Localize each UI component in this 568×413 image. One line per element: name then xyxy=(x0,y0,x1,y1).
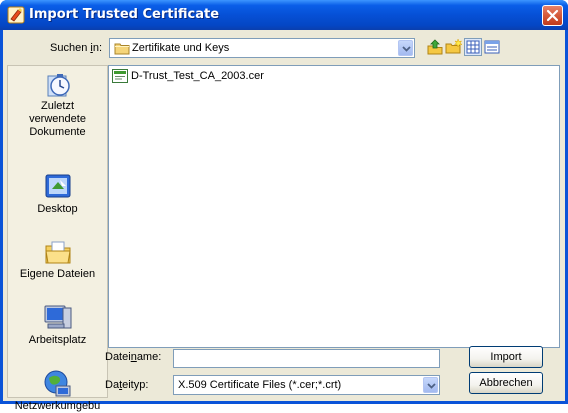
place-label: Arbeitsplatz xyxy=(28,334,87,346)
filetype-dropdown-button[interactable] xyxy=(423,377,438,393)
details-view-button[interactable] xyxy=(483,38,501,56)
place-desktop[interactable]: Desktop xyxy=(8,171,107,216)
network-places-icon xyxy=(42,368,74,400)
desktop-icon xyxy=(42,171,74,203)
folder-icon xyxy=(114,41,130,55)
cancel-button[interactable]: Abbrechen xyxy=(469,372,543,394)
my-computer-icon xyxy=(42,302,74,334)
filename-label: Dateiname: xyxy=(105,351,162,363)
recent-documents-icon xyxy=(42,68,74,100)
place-my-documents[interactable]: Eigene Dateien xyxy=(8,236,107,281)
lookin-value: Zertifikate und Keys xyxy=(132,42,230,54)
place-label: Desktop xyxy=(37,203,78,215)
certificate-file-icon xyxy=(112,69,128,83)
places-bar: Zuletzt verwendete Dokumente Desktop Eig… xyxy=(7,65,108,412)
title-bar[interactable]: Import Trusted Certificate xyxy=(0,0,568,30)
lookin-dropdown-button[interactable] xyxy=(398,40,413,56)
filename-input[interactable] xyxy=(173,349,440,368)
close-button[interactable] xyxy=(542,5,563,26)
file-name: D-Trust_Test_CA_2003.cer xyxy=(131,70,264,82)
import-button[interactable]: Import xyxy=(469,346,543,368)
place-network[interactable]: Netzwerkumgebu xyxy=(8,368,107,413)
import-certificate-dialog: Import Trusted Certificate Suchen in: Ze… xyxy=(0,0,568,412)
dialog-body: Suchen in: Zertifikate und Keys Zuletzt … xyxy=(3,30,565,412)
place-label: Zuletzt xyxy=(40,100,74,112)
close-icon xyxy=(546,9,559,22)
view-grid-icon xyxy=(466,40,480,54)
up-folder-icon xyxy=(427,39,443,55)
filetype-value: X.509 Certificate Files (*.cer;*.crt) xyxy=(178,379,342,391)
new-folder-button[interactable] xyxy=(445,38,463,56)
place-label: verwendete xyxy=(29,113,86,125)
window-title: Import Trusted Certificate xyxy=(29,7,220,22)
place-recent-documents[interactable]: Zuletzt verwendete Dokumente xyxy=(8,68,107,139)
lookin-combobox[interactable]: Zertifikate und Keys xyxy=(109,38,415,58)
up-one-level-button[interactable] xyxy=(426,38,444,56)
lookin-label: Suchen in: xyxy=(50,42,103,54)
new-folder-icon xyxy=(445,38,463,54)
view-menu-button[interactable] xyxy=(464,38,482,56)
details-view-icon xyxy=(484,40,500,54)
place-label: Netzwerkumgebu xyxy=(14,400,101,412)
place-label: Eigene Dateien xyxy=(19,268,96,280)
chevron-down-icon xyxy=(402,46,411,52)
chevron-down-icon xyxy=(427,383,436,389)
app-icon xyxy=(7,6,25,24)
place-label: Dokumente xyxy=(29,126,86,138)
place-my-computer[interactable]: Arbeitsplatz xyxy=(8,302,107,347)
filetype-combobox[interactable]: X.509 Certificate Files (*.cer;*.crt) xyxy=(173,375,440,395)
file-list[interactable]: D-Trust_Test_CA_2003.cer xyxy=(108,65,560,348)
filetype-label: Dateityp: xyxy=(105,379,149,391)
my-documents-icon xyxy=(42,236,74,268)
